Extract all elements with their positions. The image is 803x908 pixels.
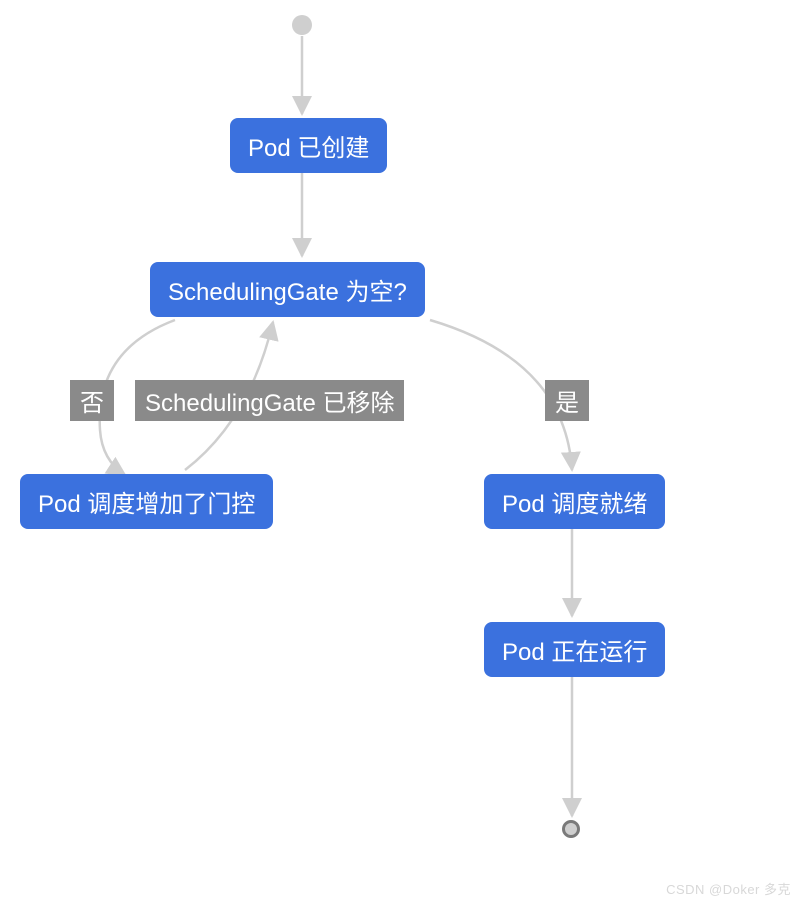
node-pod-running: Pod 正在运行 bbox=[484, 622, 665, 677]
edge-label-text: SchedulingGate 已移除 bbox=[145, 390, 394, 417]
watermark-text: CSDN @Doker 多克 bbox=[666, 882, 791, 897]
node-pod-ready: Pod 调度就绪 bbox=[484, 474, 665, 529]
edge-label-no: 否 bbox=[70, 380, 114, 421]
node-label: Pod 已创建 bbox=[248, 135, 369, 162]
node-label: SchedulingGate 为空? bbox=[168, 279, 407, 306]
node-label: Pod 调度增加了门控 bbox=[38, 491, 255, 518]
watermark: CSDN @Doker 多克 bbox=[666, 879, 791, 898]
flowchart-connectors bbox=[0, 0, 803, 908]
edge-label-yes: 是 bbox=[545, 380, 589, 421]
node-label: Pod 调度就绪 bbox=[502, 491, 647, 518]
edge-label-text: 是 bbox=[555, 390, 579, 417]
node-pod-created: Pod 已创建 bbox=[230, 118, 387, 173]
edge-label-text: 否 bbox=[80, 390, 104, 417]
end-node bbox=[562, 820, 580, 838]
edge-label-removed: SchedulingGate 已移除 bbox=[135, 380, 404, 421]
node-pod-gated: Pod 调度增加了门控 bbox=[20, 474, 273, 529]
start-node bbox=[292, 15, 312, 35]
node-scheduling-gate-decision: SchedulingGate 为空? bbox=[150, 262, 425, 317]
node-label: Pod 正在运行 bbox=[502, 639, 647, 666]
